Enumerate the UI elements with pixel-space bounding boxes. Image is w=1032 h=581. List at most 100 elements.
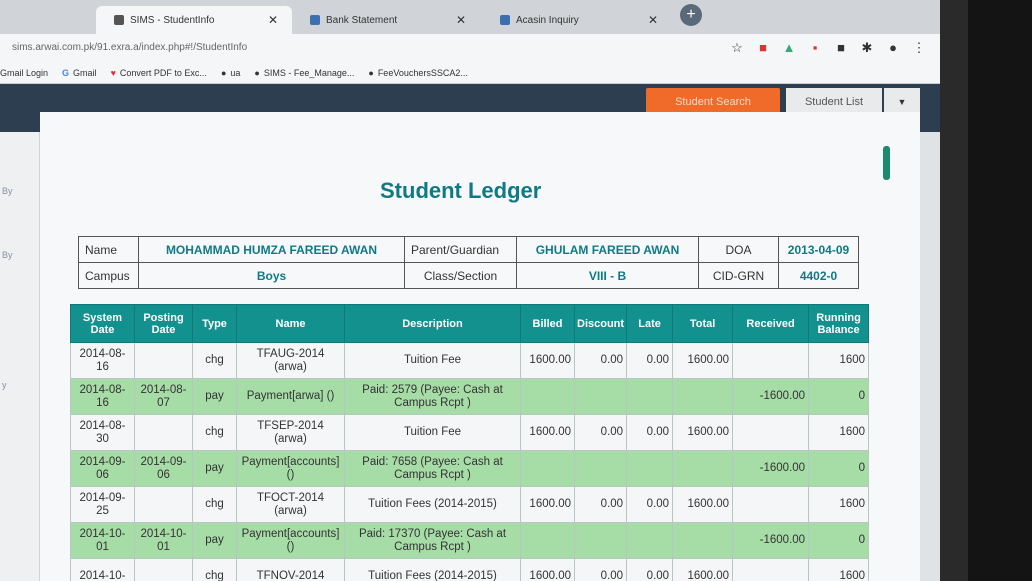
cell-received: -1600.00 — [732, 450, 810, 487]
cell-system-date: 2014-10- — [70, 558, 135, 581]
cell-posting-date — [134, 414, 193, 451]
side-label: By — [2, 186, 13, 196]
tab-label: Bank Statement — [326, 14, 398, 26]
tab-bank-statement[interactable]: Bank Statement ✕ — [292, 6, 480, 34]
new-tab-button[interactable]: + — [680, 4, 702, 26]
bezel-edge — [940, 0, 968, 581]
ledger-row: 2014-09-25 chg TFOCT-2014 (arwa) Tuition Fe… — [70, 486, 870, 523]
cell-posting-date — [134, 486, 193, 523]
cell-billed: 1600.00 — [520, 342, 575, 379]
campus-value: Boys — [138, 262, 405, 289]
cell-received — [732, 414, 810, 451]
col-discount[interactable]: Discount — [573, 304, 628, 343]
extension-orange-icon[interactable]: ▪ — [808, 40, 822, 56]
cell-name: Payment[accounts] () — [236, 522, 345, 559]
cell-received — [732, 558, 810, 581]
browser-tab-strip: SIMS - StudentInfo ✕ Bank Statement ✕ Ac… — [0, 0, 940, 34]
globe-icon: ● — [368, 67, 374, 78]
cell-received — [732, 342, 810, 379]
bookmark-label: FeeVouchersSSCA2... — [377, 67, 468, 78]
extension-red-icon[interactable]: ■ — [756, 40, 770, 56]
side-label: y — [2, 380, 7, 390]
cell-discount: 0.00 — [573, 486, 628, 523]
extension-chart-icon[interactable]: ▲ — [782, 40, 796, 56]
cell-received — [732, 486, 810, 523]
bookmark-gmail-login[interactable]: Gmail Login — [0, 68, 48, 78]
extension-dark-icon[interactable]: ■ — [834, 40, 848, 56]
cell-name: TFOCT-2014 (arwa) — [236, 486, 345, 523]
bookmark-convert-pdf[interactable]: ♥ Convert PDF to Exc... — [111, 68, 207, 78]
left-side-panel: By By y — [0, 132, 40, 581]
cell-name: Payment[accounts] () — [236, 450, 345, 487]
tab-acasin-inquiry[interactable]: Acasin Inquiry ✕ — [482, 6, 672, 34]
tab-label: Acasin Inquiry — [516, 14, 579, 26]
monitor-bezel — [940, 0, 1032, 581]
cell-total: 1600.00 — [672, 414, 734, 451]
bookmark-ua[interactable]: ● ua — [221, 68, 240, 78]
cell-discount: 0.00 — [573, 414, 628, 451]
campus-label: Campus — [78, 262, 139, 289]
cell-late: 0.00 — [626, 414, 674, 451]
student-name: MOHAMMAD HUMZA FAREED AWAN — [138, 236, 405, 263]
cell-type: pay — [192, 450, 237, 487]
cell-running-balance: 1600 — [808, 558, 870, 581]
page-favicon-icon — [310, 15, 320, 25]
cell-type: chg — [192, 342, 237, 379]
bookmark-label: ua — [230, 67, 241, 78]
col-type[interactable]: Type — [192, 304, 237, 343]
close-tab-icon[interactable]: ✕ — [456, 13, 466, 27]
cell-discount: 0.00 — [573, 342, 628, 379]
cell-discount — [573, 378, 628, 415]
col-system-date[interactable]: System Date — [70, 304, 135, 343]
cell-posting-date — [134, 558, 193, 581]
cell-billed: 1600.00 — [520, 558, 575, 581]
col-posting-date[interactable]: Posting Date — [134, 304, 193, 343]
cell-posting-date — [134, 342, 193, 379]
side-label: By — [2, 250, 13, 260]
close-tab-icon[interactable]: ✕ — [268, 13, 278, 27]
student-info-table: Name MOHAMMAD HUMZA FAREED AWAN Parent/G… — [78, 236, 859, 289]
globe-icon: ● — [220, 67, 227, 78]
cell-description: Tuition Fee — [344, 342, 521, 379]
bookmark-sims-fee-manage[interactable]: ● SIMS - Fee_Manage... — [254, 68, 354, 78]
bookmark-gmail[interactable]: G Gmail — [62, 68, 97, 78]
profile-avatar-icon[interactable]: ● — [886, 40, 900, 56]
menu-kebab-icon[interactable]: ⋮ — [912, 40, 926, 56]
col-description[interactable]: Description — [344, 304, 521, 343]
ledger-table: System Date Posting Date Type Name Descr… — [70, 304, 870, 581]
ledger-row: 2014-08-16 2014-08-07 pay Payment[arwa] () P… — [70, 378, 870, 415]
col-billed[interactable]: Billed — [520, 304, 575, 343]
close-tab-icon[interactable]: ✕ — [648, 13, 658, 27]
cell-running-balance: 1600 — [808, 414, 870, 451]
col-late[interactable]: Late — [626, 304, 674, 343]
scrollbar-thumb[interactable] — [883, 146, 890, 180]
cell-discount — [573, 522, 628, 559]
extensions-icon[interactable]: ✱ — [860, 40, 874, 56]
cell-total — [672, 522, 734, 559]
tab-sims-studentinfo[interactable]: SIMS - StudentInfo ✕ — [96, 6, 292, 34]
bookmark-star-icon[interactable]: ☆ — [730, 40, 744, 56]
col-name[interactable]: Name — [236, 304, 345, 343]
cell-name: TFAUG-2014 (arwa) — [236, 342, 345, 379]
doa-label: DOA — [698, 236, 779, 263]
bookmark-feevouchers[interactable]: ● FeeVouchersSSCA2... — [368, 68, 468, 78]
guardian-label: Parent/Guardian — [404, 236, 517, 263]
col-received[interactable]: Received — [732, 304, 810, 343]
cell-late: 0.00 — [626, 486, 674, 523]
cell-late — [626, 450, 674, 487]
page-favicon-icon — [500, 15, 510, 25]
pdf-icon: ♥ — [110, 67, 116, 78]
cell-running-balance: 0 — [808, 522, 870, 559]
google-icon: G — [62, 67, 70, 78]
cell-billed — [520, 450, 575, 487]
cell-description: Tuition Fees (2014-2015) — [344, 558, 521, 581]
globe-icon: ● — [254, 67, 260, 78]
col-running-balance[interactable]: Running Balance — [808, 304, 870, 343]
name-label: Name — [78, 236, 139, 263]
cell-system-date: 2014-08-30 — [70, 414, 135, 451]
url-field[interactable]: sims.arwai.com.pk/91.exra.a/index.php#!/… — [12, 42, 247, 53]
bookmark-label: Gmail — [73, 67, 97, 78]
cell-total — [672, 378, 734, 415]
col-total[interactable]: Total — [672, 304, 734, 343]
cid-grn-value: 4402-0 — [778, 262, 859, 289]
